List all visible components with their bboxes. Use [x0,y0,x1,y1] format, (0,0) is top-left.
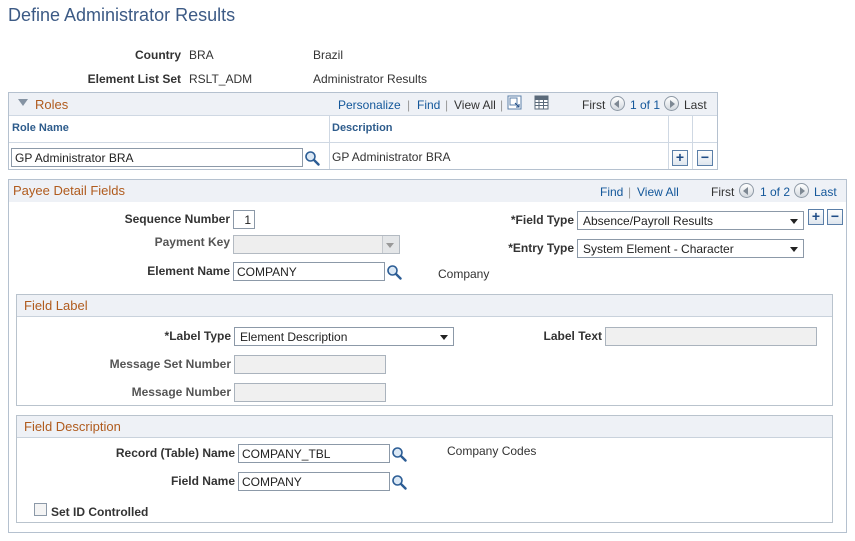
zoom-grid-icon[interactable] [507,95,522,110]
entry-type-select[interactable]: System Element - Character [577,239,804,258]
label-type-label: *Label Type [164,329,231,343]
divider [9,115,717,116]
set-id-controlled-label: Set ID Controlled [51,505,149,519]
roles-row-count: 1 of 1 [630,98,661,112]
delete-payee-row-button[interactable]: − [827,209,843,225]
payee-find-link[interactable]: Find [600,185,623,199]
sequence-number-label: Sequence Number [124,212,230,226]
field-name-label: Field Name [170,474,235,488]
personalize-link[interactable]: Personalize [338,98,401,112]
field-type-label: *Field Type [510,213,574,227]
record-description: Company Codes [447,444,537,458]
role-description: GP Administrator BRA [332,150,451,164]
next-arrow-icon[interactable] [664,96,679,111]
element-list-set-code: RSLT_ADM [189,72,253,86]
add-row-button[interactable]: + [672,150,688,166]
page-title: Define Administrator Results [8,5,236,25]
roles-find-link[interactable]: Find [417,98,440,112]
field-description-title: Field Description [24,419,121,434]
payment-key-label: Payment Key [154,235,230,249]
column-header-description[interactable]: Description [332,122,393,134]
payment-key-select [233,235,400,254]
country-name: Brazil [313,48,344,62]
collapse-triangle-icon[interactable] [18,99,28,106]
entry-type-label: *Entry Type [508,241,574,255]
message-set-number-label: Message Set Number [109,357,231,371]
field-type-select[interactable]: Absence/Payroll Results [577,211,804,230]
role-name-input[interactable]: GP Administrator BRA [11,148,303,167]
payee-first-label: First [711,185,735,199]
payee-last-label: Last [814,185,837,199]
message-number-input [234,383,386,402]
next-arrow-icon[interactable] [794,183,809,198]
label-text-label: Label Text [543,329,602,343]
field-description-header [17,416,832,438]
record-table-name-label: Record (Table) Name [115,446,235,460]
element-list-set-label: Element List Set [87,72,181,86]
previous-arrow-icon[interactable] [610,96,625,111]
spreadsheet-icon[interactable] [534,95,549,110]
magnifier-icon[interactable] [391,474,407,490]
column-header-role-name[interactable]: Role Name [12,122,69,134]
add-payee-row-button[interactable]: + [808,209,824,225]
element-name-label: Element Name [147,264,230,278]
element-list-set-name: Administrator Results [313,72,428,86]
sequence-number-input[interactable]: 1 [233,210,255,229]
set-id-controlled-checkbox[interactable] [34,503,47,516]
payee-detail-title: Payee Detail Fields [13,183,125,198]
separator: | [500,98,504,112]
separator: | [407,98,411,112]
magnifier-icon[interactable] [391,446,407,462]
field-label-title: Field Label [24,298,88,313]
message-number-label: Message Number [131,385,231,399]
separator: | [628,185,632,199]
record-table-name-input[interactable]: COMPANY_TBL [238,444,390,463]
country-code: BRA [189,48,214,62]
separator: | [445,98,449,112]
previous-arrow-icon[interactable] [739,183,754,198]
element-name-description: Company [438,267,490,281]
label-text-input [605,327,817,346]
country-label: Country [135,48,181,62]
label-type-select[interactable]: Element Description [234,327,454,346]
roles-grid: Roles Personalize | Find | View All | Fi… [8,92,718,170]
roles-view-all-link[interactable]: View All [454,98,496,112]
roles-first-label: First [582,98,606,112]
field-name-input[interactable]: COMPANY [238,472,390,491]
element-name-input[interactable]: COMPANY [233,262,385,281]
roles-title: Roles [35,97,69,112]
divider [9,142,717,143]
message-set-number-input [234,355,386,374]
delete-row-button[interactable]: − [697,150,713,166]
magnifier-icon[interactable] [304,150,320,166]
field-label-header [17,295,832,317]
payee-row-count: 1 of 2 [760,185,791,199]
payee-view-all-link[interactable]: View All [637,185,679,199]
magnifier-icon[interactable] [386,264,402,280]
roles-last-label: Last [684,98,707,112]
